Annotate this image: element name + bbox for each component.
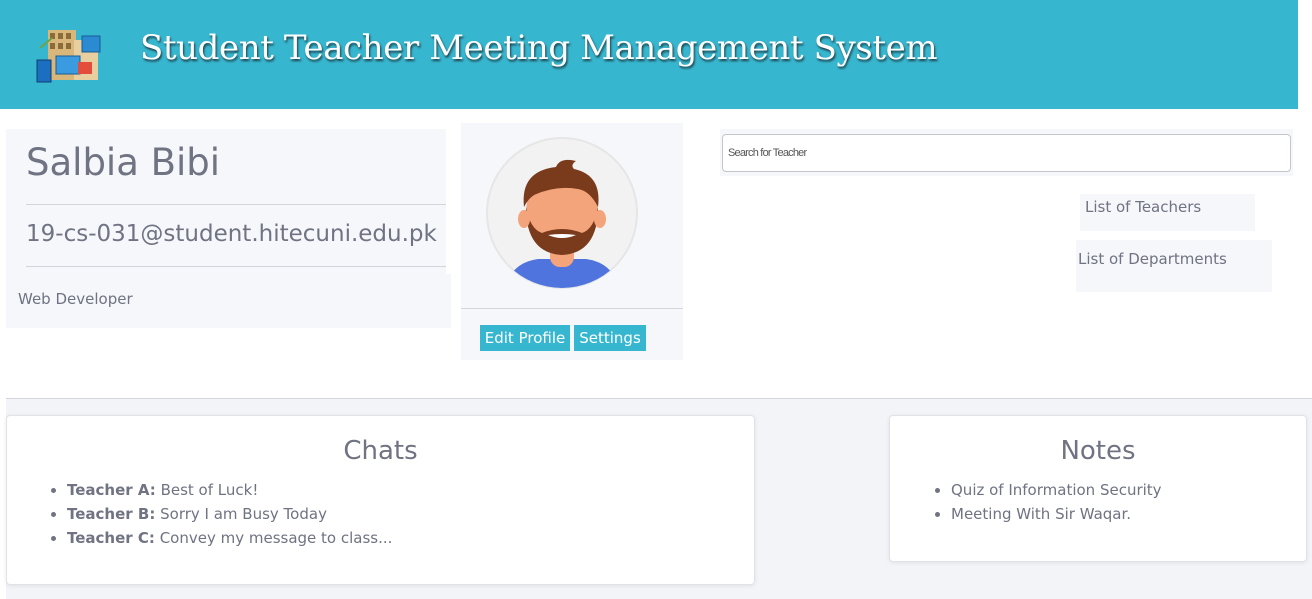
chats-title: Chats	[343, 436, 418, 466]
settings-button[interactable]: Settings	[574, 325, 646, 351]
chat-message: Sorry I am Busy Today	[160, 505, 327, 523]
edit-profile-button[interactable]: Edit Profile	[480, 325, 570, 351]
chat-item[interactable]: Teacher A: Best of Luck!	[67, 479, 392, 503]
teacher-search-input[interactable]	[722, 134, 1291, 172]
chats-list: Teacher A: Best of Luck! Teacher B: Sorr…	[67, 479, 392, 551]
chat-sender: Teacher A:	[67, 481, 156, 499]
list-of-departments-link[interactable]: List of Departments	[1076, 240, 1272, 292]
note-item[interactable]: Quiz of Information Security	[951, 479, 1162, 503]
list-of-teachers-link[interactable]: List of Teachers	[1080, 194, 1255, 231]
chat-message: Best of Luck!	[160, 481, 259, 499]
profile-card: Salbia Bibi 19-cs-031@student.hitecuni.e…	[6, 129, 446, 274]
notes-list: Quiz of Information Security Meeting Wit…	[951, 479, 1162, 527]
notes-panel: Notes Quiz of Information Security Meeti…	[889, 415, 1307, 562]
profile-name: Salbia Bibi	[26, 141, 221, 184]
bearded-man-avatar-icon	[486, 137, 638, 289]
divider	[26, 266, 446, 267]
profile-role: Web Developer	[18, 290, 133, 308]
chat-item[interactable]: Teacher C: Convey my message to class...	[67, 527, 392, 551]
classroom-meeting-logo-icon	[36, 30, 101, 83]
divider	[461, 308, 683, 309]
note-item[interactable]: Meeting With Sir Waqar.	[951, 503, 1162, 527]
header-bar: Student Teacher Meeting Management Syste…	[0, 0, 1298, 109]
notes-title: Notes	[1060, 436, 1136, 466]
app-title: Student Teacher Meeting Management Syste…	[140, 28, 938, 68]
chat-sender: Teacher B:	[67, 505, 156, 523]
profile-email: 19-cs-031@student.hitecuni.edu.pk	[26, 221, 437, 247]
profile-role-box: Web Developer	[6, 274, 451, 328]
avatar-card: Edit Profile Settings	[461, 123, 683, 360]
chat-item[interactable]: Teacher B: Sorry I am Busy Today	[67, 503, 392, 527]
chat-sender: Teacher C:	[67, 529, 155, 547]
chats-panel: Chats Teacher A: Best of Luck! Teacher B…	[6, 415, 755, 585]
divider	[26, 204, 446, 205]
chat-message: Convey my message to class...	[159, 529, 393, 547]
